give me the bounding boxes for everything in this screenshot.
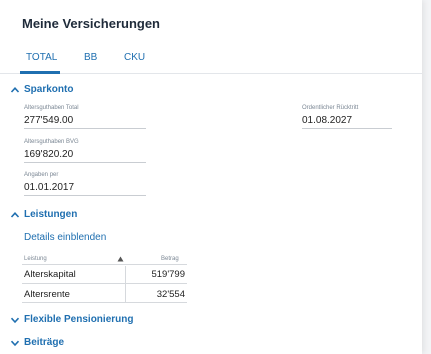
page-title: Meine Versicherungen bbox=[22, 16, 160, 31]
column-header-leistung[interactable]: Leistung bbox=[24, 256, 47, 262]
ordentlicher-ruecktritt-label: Ordentlicher Rücktritt bbox=[302, 105, 359, 111]
chevron-down-icon bbox=[10, 340, 20, 346]
altersguthaben-bvg-value: 169'820.20 bbox=[24, 149, 146, 163]
section-leistungen-toggle[interactable]: Leistungen bbox=[10, 209, 77, 220]
altersguthaben-bvg-label: Altersguthaben BVG bbox=[24, 139, 79, 145]
chevron-up-icon bbox=[10, 211, 20, 218]
section-beitraege-toggle[interactable]: Beiträge bbox=[10, 337, 64, 348]
section-sparkonto-title: Sparkonto bbox=[24, 84, 74, 95]
table-divider bbox=[22, 302, 187, 303]
column-header-betrag[interactable]: Betrag bbox=[161, 256, 179, 262]
chevron-down-icon bbox=[10, 317, 20, 323]
active-tab-indicator bbox=[20, 71, 60, 74]
table-cell-betrag: 32'554 bbox=[156, 289, 185, 300]
column-separator bbox=[125, 266, 126, 302]
table-cell-betrag: 519'799 bbox=[151, 269, 185, 280]
tab-bar: TOTAL BB CKU bbox=[0, 52, 422, 74]
details-einblenden-link[interactable]: Details einblenden bbox=[24, 232, 106, 243]
tab-total[interactable]: TOTAL bbox=[26, 52, 57, 63]
tab-bb[interactable]: BB bbox=[84, 52, 97, 63]
section-flexible-pensionierung-title: Flexible Pensionierung bbox=[24, 314, 134, 325]
tab-cku[interactable]: CKU bbox=[124, 52, 145, 63]
chevron-up-icon bbox=[10, 86, 20, 93]
sort-asc-icon[interactable] bbox=[117, 256, 124, 262]
table-divider bbox=[22, 264, 187, 265]
altersguthaben-total-label: Altersguthaben Total bbox=[24, 105, 79, 111]
table-cell-leistung: Altersrente bbox=[24, 289, 70, 300]
section-flexible-pensionierung-toggle[interactable]: Flexible Pensionierung bbox=[10, 314, 133, 325]
table-divider bbox=[22, 283, 187, 284]
ordentlicher-ruecktritt-value: 01.08.2027 bbox=[302, 115, 392, 129]
altersguthaben-total-value: 277'549.00 bbox=[24, 115, 146, 129]
section-sparkonto-toggle[interactable]: Sparkonto bbox=[10, 84, 73, 95]
table-cell-leistung: Alterskapital bbox=[24, 269, 76, 280]
insurance-card: Meine Versicherungen TOTAL BB CKU Sparko… bbox=[0, 0, 422, 354]
section-beitraege-title: Beiträge bbox=[24, 337, 65, 348]
angaben-per-label: Angaben per bbox=[24, 172, 59, 178]
section-leistungen-title: Leistungen bbox=[24, 209, 78, 220]
angaben-per-value: 01.01.2017 bbox=[24, 182, 146, 196]
